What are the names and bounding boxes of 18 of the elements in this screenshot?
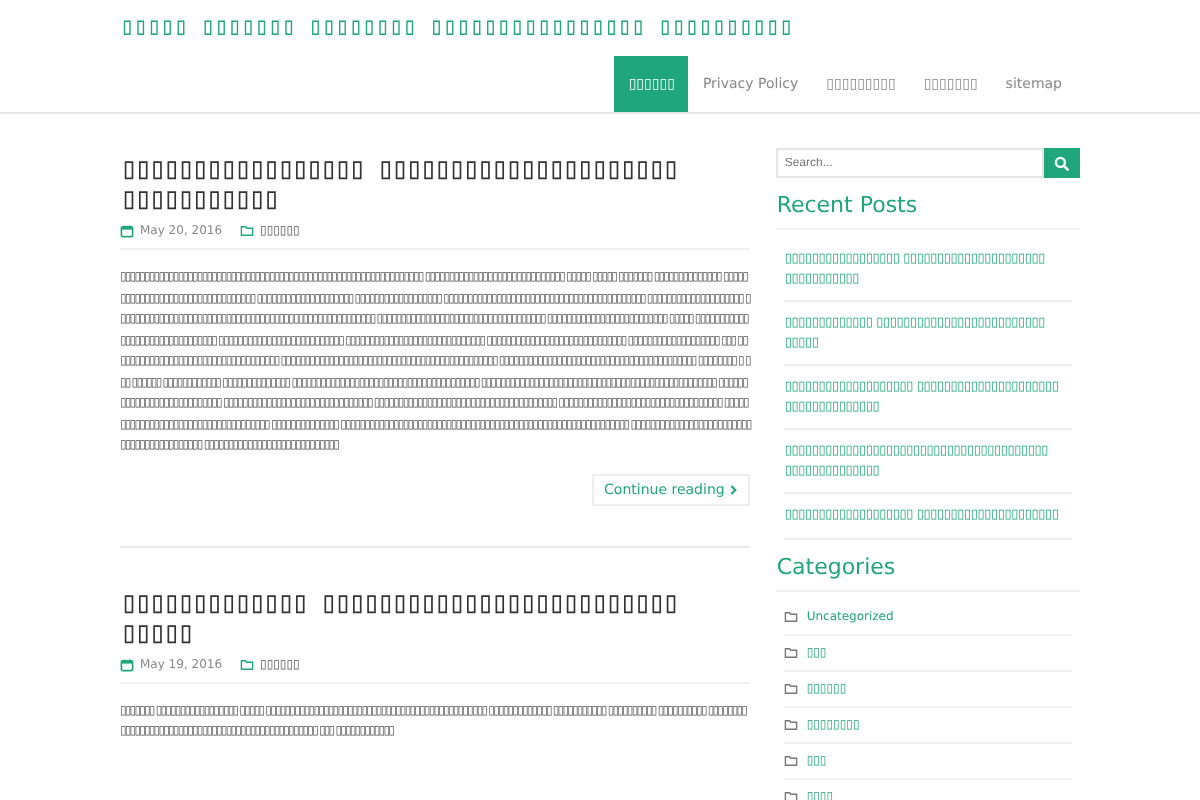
folder-icon bbox=[240, 657, 255, 671]
folder-icon bbox=[784, 753, 799, 767]
site-title[interactable]: ▯▯▯▯▯ ▯▯▯▯▯▯▯ ▯▯▯▯▯▯▯▯ ▯▯▯▯▯▯▯▯▯▯▯▯▯▯▯▯ ▯▯▯▯▯▯▯▯▯▯ bbox=[120, 12, 793, 40]
folder-icon bbox=[784, 789, 799, 800]
folder-icon bbox=[784, 645, 799, 659]
post-title[interactable]: ▯▯▯▯▯▯▯▯▯▯▯▯▯ ▯▯▯▯▯▯▯▯▯▯▯▯▯▯▯▯▯▯▯▯▯▯▯▯▯ ▯▯▯▯▯ bbox=[120, 587, 751, 647]
chevron-right-icon bbox=[730, 483, 739, 495]
folder-icon bbox=[784, 681, 799, 695]
folder-icon bbox=[784, 609, 799, 623]
folder-icon bbox=[784, 717, 799, 731]
calendar-icon bbox=[120, 224, 134, 238]
search-button[interactable] bbox=[1044, 148, 1080, 178]
calendar-icon bbox=[120, 657, 134, 671]
search-icon bbox=[1054, 155, 1070, 171]
folder-icon bbox=[240, 224, 255, 238]
post-title[interactable]: ▯▯▯▯▯▯▯▯▯▯▯▯▯▯▯▯▯ ▯▯▯▯▯▯▯▯▯▯▯▯▯▯▯▯▯▯▯▯▯ ▯▯▯▯▯▯▯▯▯▯▯ bbox=[120, 154, 751, 214]
widget-title: Categories bbox=[776, 553, 1080, 591]
widget-title: Recent Posts bbox=[776, 192, 1080, 230]
